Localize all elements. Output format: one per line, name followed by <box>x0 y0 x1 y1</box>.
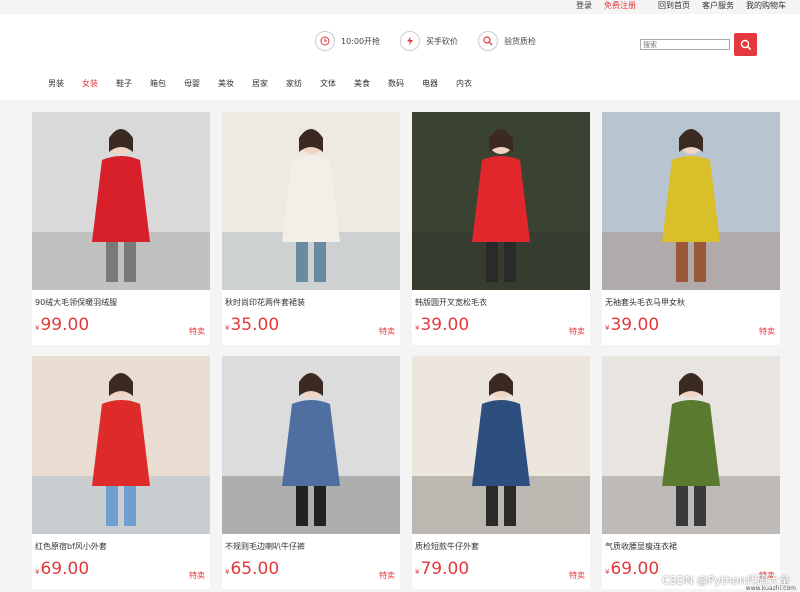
sale-tag: 特卖 <box>379 327 395 336</box>
product-title[interactable]: 质检短款牛仔外套 <box>415 541 479 552</box>
sale-tag: 特卖 <box>759 327 775 336</box>
lightning-icon <box>400 31 421 51</box>
product-card[interactable]: 秋时尚印花两件套裙装 ¥ 35.00 特卖 <box>222 112 400 345</box>
header: 10:00开抢 买手砍价 验货质检 男装女装鞋子箱包母婴美妆居家家纺文体美食数码… <box>0 14 800 100</box>
top-links: 登录 免费注册 回到首页 客户服务 我的购物车 <box>576 1 786 11</box>
nav-item[interactable]: 家纺 <box>286 78 320 89</box>
currency-symbol: ¥ <box>225 568 230 576</box>
product-price: ¥ 39.00 <box>605 315 659 335</box>
product-title[interactable]: 不规则毛边喇叭牛仔裤 <box>225 541 305 552</box>
feature-label: 10:00开抢 <box>341 36 381 46</box>
product-card[interactable]: 质检短款牛仔外套 ¥ 79.00 特卖 <box>412 356 590 589</box>
currency-symbol: ¥ <box>35 568 40 576</box>
home-link[interactable]: 回到首页 <box>658 1 690 11</box>
product-title[interactable]: 秋时尚印花两件套裙装 <box>225 297 305 308</box>
customer-service-link[interactable]: 客户服务 <box>702 1 734 11</box>
product-image[interactable] <box>32 112 210 290</box>
sale-tag: 特卖 <box>189 571 205 580</box>
product-card[interactable]: 不规则毛边喇叭牛仔裤 ¥ 65.00 特卖 <box>222 356 400 589</box>
product-price: ¥ 79.00 <box>415 559 469 579</box>
register-link[interactable]: 免费注册 <box>604 1 636 11</box>
currency-symbol: ¥ <box>415 324 420 332</box>
product-image[interactable] <box>412 112 590 290</box>
sale-tag: 特卖 <box>569 327 585 336</box>
product-image[interactable] <box>412 356 590 534</box>
category-nav: 男装 女装 鞋子 箱包 母婴 美妆 居家 家纺 文体 美食 数码 电器 内衣 <box>48 78 490 89</box>
product-card[interactable]: 无袖套头毛衣马甲女秋 ¥ 39.00 特卖 <box>602 112 780 345</box>
product-card[interactable]: 红色原宿bf风小外套 ¥ 69.00 特卖 <box>32 356 210 589</box>
search-button[interactable] <box>734 33 757 56</box>
product-price: ¥ 35.00 <box>225 315 279 335</box>
nav-item[interactable]: 女装 <box>82 78 116 89</box>
price-value: 39.00 <box>610 315 660 335</box>
product-card[interactable]: 90绒大毛领保暖羽绒服 ¥ 99.00 特卖 <box>32 112 210 345</box>
search-box <box>640 33 757 56</box>
sale-tag: 特卖 <box>569 571 585 580</box>
feature-item: 10:00开抢 <box>315 31 380 51</box>
nav-item[interactable]: 数码 <box>388 78 422 89</box>
product-title[interactable]: 90绒大毛领保暖羽绒服 <box>35 297 117 308</box>
price-value: 35.00 <box>230 315 280 335</box>
feature-label: 买手砍价 <box>426 36 459 46</box>
price-value: 69.00 <box>610 559 660 579</box>
nav-item[interactable]: 男装 <box>48 78 82 89</box>
currency-symbol: ¥ <box>225 324 230 332</box>
nav-item[interactable]: 母婴 <box>184 78 218 89</box>
product-image[interactable] <box>222 356 400 534</box>
search-icon <box>478 31 499 51</box>
currency-symbol: ¥ <box>35 324 40 332</box>
price-value: 79.00 <box>420 559 470 579</box>
product-price: ¥ 69.00 <box>35 559 89 579</box>
product-title[interactable]: 韩版圆开叉宽松毛衣 <box>415 297 487 308</box>
nav-item[interactable]: 美食 <box>354 78 388 89</box>
search-input[interactable] <box>640 39 730 50</box>
product-image[interactable] <box>32 356 210 534</box>
top-bar: 登录 免费注册 回到首页 客户服务 我的购物车 <box>0 0 800 14</box>
nav-item[interactable]: 鞋子 <box>116 78 150 89</box>
nav-item[interactable]: 箱包 <box>150 78 184 89</box>
login-link[interactable]: 登录 <box>576 1 592 11</box>
product-card[interactable]: 韩版圆开叉宽松毛衣 ¥ 39.00 特卖 <box>412 112 590 345</box>
price-value: 99.00 <box>40 315 90 335</box>
search-icon <box>740 39 751 50</box>
feature-label: 验货质检 <box>504 36 537 46</box>
feature-item: 买手砍价 <box>400 31 458 51</box>
nav-item[interactable]: 美妆 <box>218 78 252 89</box>
product-image[interactable] <box>222 112 400 290</box>
product-title[interactable]: 气质收腰显瘦连衣裙 <box>605 541 677 552</box>
currency-symbol: ¥ <box>605 568 610 576</box>
feature-item: 验货质检 <box>478 31 536 51</box>
product-title[interactable]: 无袖套头毛衣马甲女秋 <box>605 297 685 308</box>
currency-symbol: ¥ <box>415 568 420 576</box>
product-image[interactable] <box>602 112 780 290</box>
feature-list: 10:00开抢 买手砍价 验货质检 <box>315 31 536 51</box>
price-value: 39.00 <box>420 315 470 335</box>
currency-symbol: ¥ <box>605 324 610 332</box>
sale-tag: 特卖 <box>189 327 205 336</box>
nav-item[interactable]: 文体 <box>320 78 354 89</box>
product-title[interactable]: 红色原宿bf风小外套 <box>35 541 107 552</box>
nav-item[interactable]: 内衣 <box>456 78 490 89</box>
product-price: ¥ 65.00 <box>225 559 279 579</box>
nav-item[interactable]: 电器 <box>422 78 456 89</box>
cart-link[interactable]: 我的购物车 <box>746 1 786 11</box>
sale-tag: 特卖 <box>379 571 395 580</box>
price-value: 69.00 <box>40 559 90 579</box>
product-price: ¥ 69.00 <box>605 559 659 579</box>
watermark-sub: www.kuazhi.com <box>745 585 796 592</box>
product-card[interactable]: 气质收腰显瘦连衣裙 ¥ 69.00 特卖 <box>602 356 780 589</box>
price-value: 65.00 <box>230 559 280 579</box>
product-price: ¥ 99.00 <box>35 315 89 335</box>
nav-item[interactable]: 居家 <box>252 78 286 89</box>
product-image[interactable] <box>602 356 780 534</box>
clock-icon <box>315 31 335 51</box>
product-price: ¥ 39.00 <box>415 315 469 335</box>
